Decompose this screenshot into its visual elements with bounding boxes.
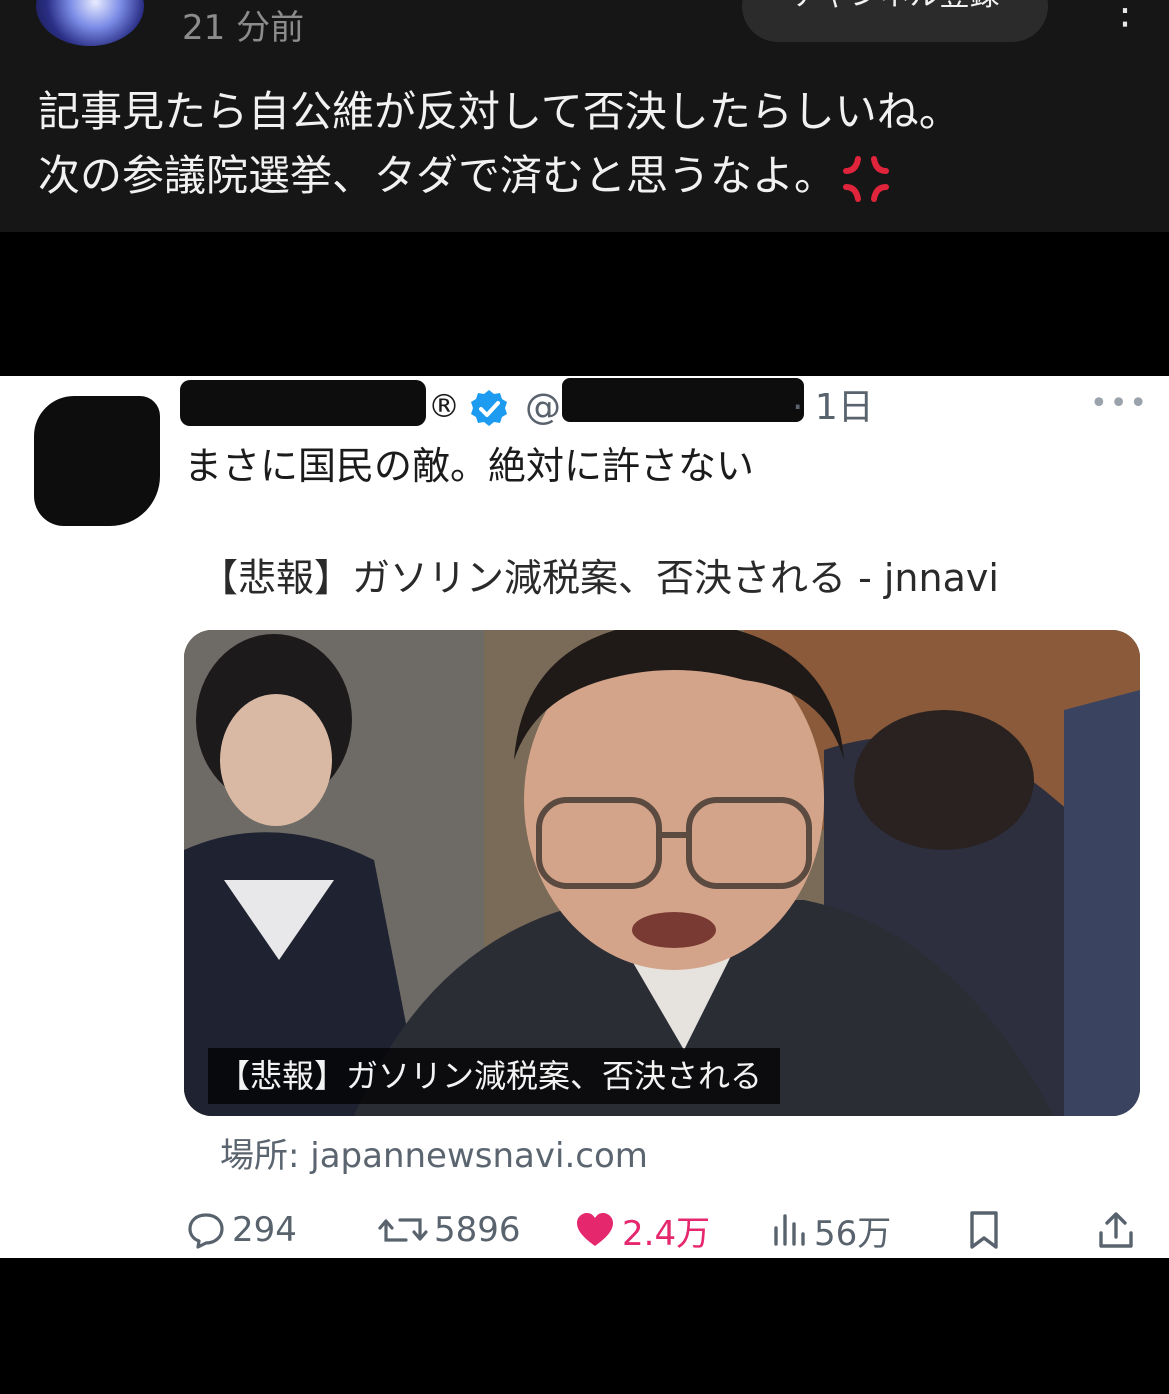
reply-button[interactable]: 294	[186, 1202, 297, 1258]
views-count: 56万	[814, 1213, 892, 1254]
views-chart-icon	[774, 1214, 805, 1246]
card-caption: 【悲報】ガソリン減税案、否決される	[208, 1048, 781, 1104]
like-button[interactable]: 2.4万	[574, 1202, 710, 1258]
retweet-button[interactable]: 5896	[378, 1202, 521, 1258]
comment-header: 21 分前 チャンネル登録 ⋮ 記事見たら自公維が反対して否決したらしいね。 次…	[0, 0, 1169, 232]
tweet-actions: 294 5896 2.4万 56万	[0, 1202, 1169, 1258]
comment-line-2-text: 次の参議院選挙、タダで済むと思うなよ。	[38, 151, 837, 200]
comment-timestamp: 21 分前	[182, 8, 305, 48]
bookmark-icon	[970, 1211, 998, 1249]
retweet-icon	[378, 1218, 428, 1242]
link-title[interactable]: 【悲報】ガソリン減税案、否決される - jnnavi	[200, 552, 999, 604]
bottom-blank-area	[0, 1258, 1169, 1394]
like-count: 2.4万	[622, 1213, 711, 1254]
reply-icon	[188, 1213, 224, 1249]
tweet-handle-prefix: @	[525, 387, 561, 428]
redacted-avatar	[34, 396, 160, 526]
share-icon	[1099, 1212, 1133, 1248]
tweet-more-icon[interactable]: •••	[1090, 386, 1149, 421]
embedded-tweet: ® @ · 1日 ••• まさに国民の敵。絶対に許さない 【悲報】ガソリン減税案…	[0, 376, 1169, 1258]
more-options-icon[interactable]: ⋮	[1100, 0, 1150, 34]
redacted-handle	[562, 378, 804, 422]
comment-line-2: 次の参議院選挙、タダで済むと思うなよ。	[38, 144, 1138, 208]
redacted-display-name	[180, 380, 426, 426]
bookmark-button[interactable]	[966, 1202, 1008, 1258]
news-photo	[184, 630, 1140, 1116]
subscribe-button[interactable]: チャンネル登録	[742, 0, 1048, 42]
avatar[interactable]	[36, 0, 144, 46]
views-button[interactable]: 56万	[772, 1202, 891, 1258]
verified-badge-icon	[471, 390, 507, 426]
comment-text: 記事見たら自公維が反対して否決したらしいね。 次の参議院選挙、タダで済むと思うな…	[38, 80, 1138, 208]
anger-symbol-icon	[843, 155, 890, 202]
reply-count: 294	[232, 1210, 297, 1250]
retweet-count: 5896	[434, 1210, 521, 1250]
comment-line-1: 記事見たら自公維が反対して否決したらしいね。	[38, 87, 961, 136]
share-button[interactable]	[1096, 1202, 1142, 1258]
link-source[interactable]: 場所: japannewsnavi.com	[220, 1132, 648, 1180]
heart-icon	[577, 1213, 613, 1246]
registered-mark: ®	[428, 387, 460, 425]
link-preview-card[interactable]: 【悲報】ガソリン減税案、否決される	[184, 630, 1140, 1116]
tweet-time: · 1日	[792, 387, 874, 428]
tweet-text: まさに国民の敵。絶対に許さない	[184, 444, 755, 488]
